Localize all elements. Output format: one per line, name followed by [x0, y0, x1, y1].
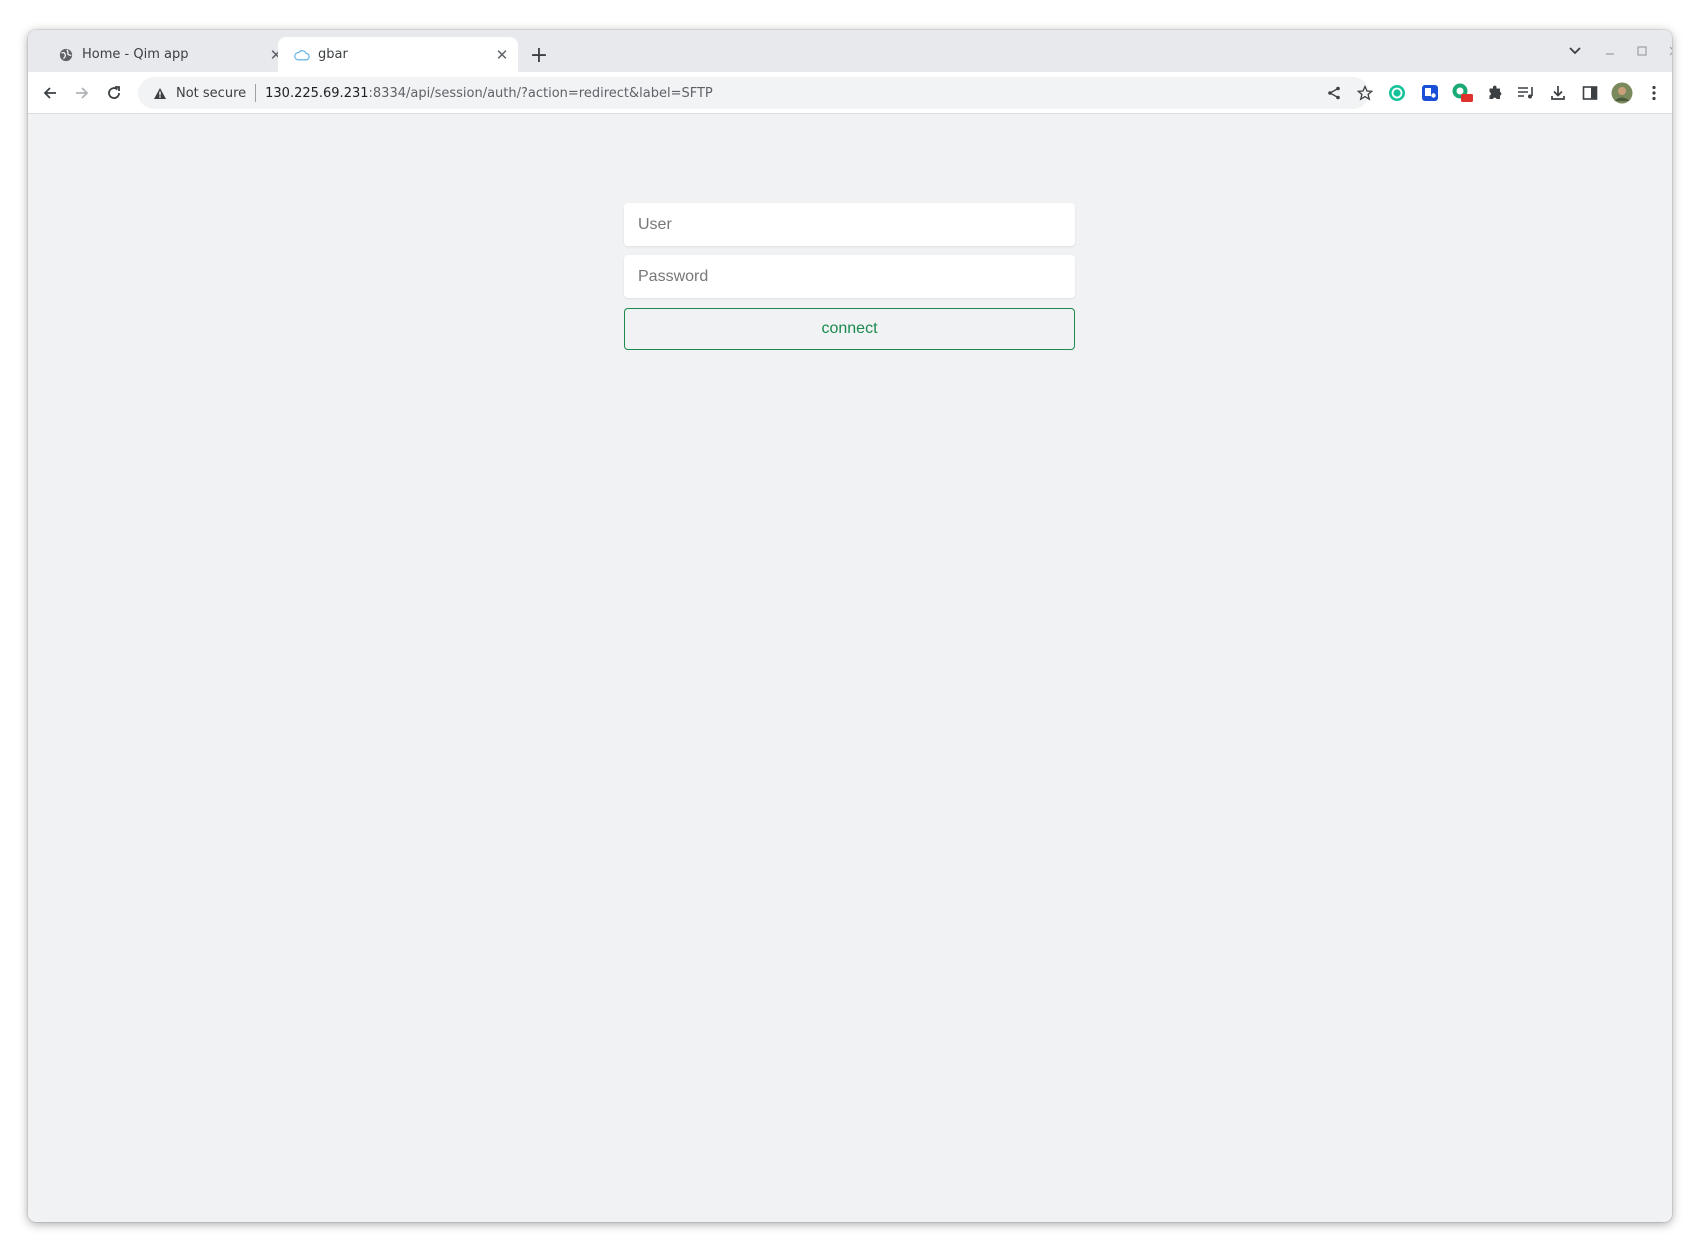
page-content: connect — [28, 115, 1672, 1222]
back-icon[interactable] — [36, 79, 64, 107]
share-icon[interactable] — [1321, 80, 1347, 106]
maximize-icon[interactable] — [1629, 38, 1655, 64]
cloud-icon — [294, 47, 310, 63]
password-field[interactable] — [624, 255, 1075, 298]
tab-search-icon[interactable] — [1562, 38, 1588, 64]
connect-button[interactable]: connect — [624, 308, 1075, 350]
browser-window: Home - Qim app ✕ gbar ✕ + Not secure 130… — [28, 30, 1672, 1222]
globe-icon — [58, 47, 74, 63]
tab-title: gbar — [318, 47, 348, 62]
bookmark-star-icon[interactable] — [1352, 80, 1378, 106]
address-bar[interactable]: Not secure 130.225.69.231:8334/api/sessi… — [138, 77, 1369, 109]
url-path: :8334/api/session/auth/?action=redirect&… — [368, 85, 713, 101]
new-tab-icon[interactable]: + — [526, 42, 552, 68]
browser-toolbar: Not secure 130.225.69.231:8334/api/sessi… — [28, 72, 1672, 114]
reload-icon[interactable] — [100, 79, 128, 107]
close-window-icon[interactable] — [1661, 38, 1672, 64]
tab-home-qim-app[interactable]: Home - Qim app ✕ — [42, 37, 292, 72]
more-menu-icon[interactable] — [1641, 80, 1667, 106]
tab-title: Home - Qim app — [82, 47, 189, 62]
media-queue-icon[interactable] — [1513, 80, 1539, 106]
forward-icon[interactable] — [68, 79, 96, 107]
tab-close-icon[interactable]: ✕ — [492, 45, 512, 65]
download-icon[interactable] — [1545, 80, 1571, 106]
extension-off-icon[interactable] — [1449, 80, 1475, 106]
tab-strip: Home - Qim app ✕ gbar ✕ + — [28, 30, 1672, 72]
tab-gbar[interactable]: gbar ✕ — [278, 37, 518, 72]
puzzle-extensions-icon[interactable] — [1482, 80, 1508, 106]
security-label: Not secure — [176, 85, 247, 101]
grammar-extension-icon[interactable] — [1384, 80, 1410, 106]
reader-extension-icon[interactable] — [1417, 80, 1443, 106]
avatar[interactable] — [1609, 80, 1635, 106]
user-field[interactable] — [624, 203, 1075, 246]
login-form: connect — [624, 203, 1075, 350]
side-panel-icon[interactable] — [1577, 80, 1603, 106]
warning-icon[interactable] — [152, 85, 168, 101]
divider — [255, 84, 257, 102]
minimize-icon[interactable] — [1597, 38, 1623, 64]
url-host: 130.225.69.231 — [265, 85, 369, 101]
